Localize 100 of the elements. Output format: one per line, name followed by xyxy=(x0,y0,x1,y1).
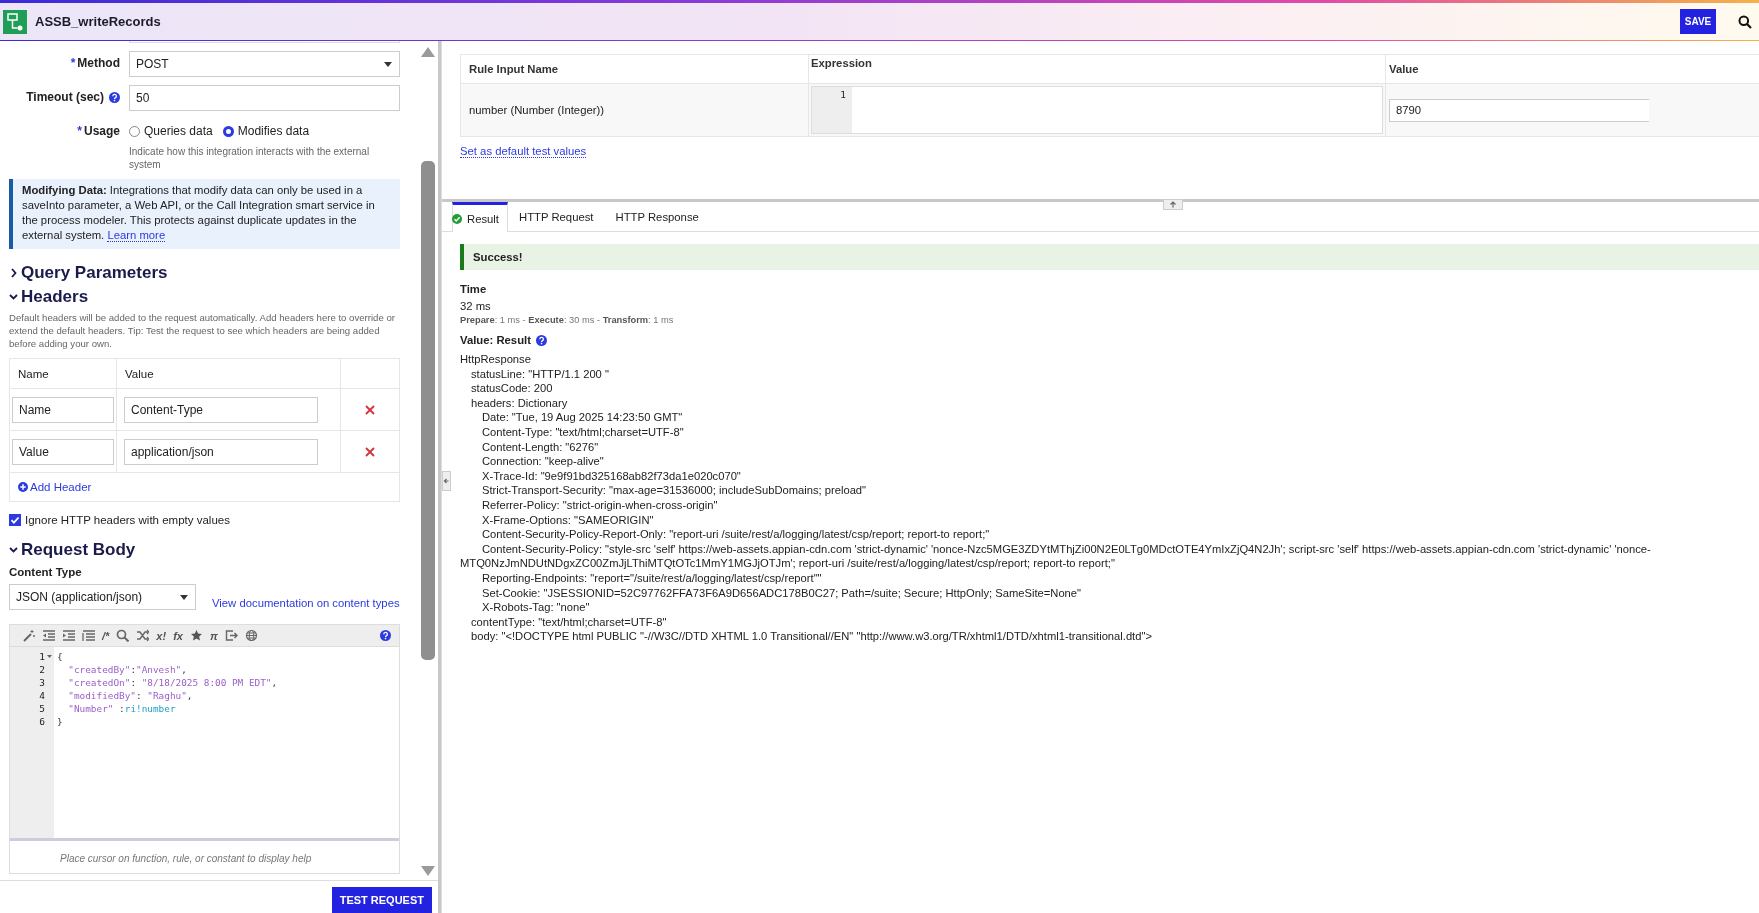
result-line: Reporting-Endpoints: "report="/suite/rest/a/logging/latest/csp/report"" xyxy=(481,570,823,586)
column-header: Name xyxy=(10,359,117,388)
result-line: statusCode: 200 xyxy=(470,381,554,396)
expression-editor[interactable]: 1 xyxy=(811,86,1383,134)
help-icon[interactable] xyxy=(380,630,391,641)
section-title[interactable]: Headers xyxy=(21,287,89,307)
result-line: headers: Dictionary xyxy=(470,395,569,411)
test-input-field[interactable]: 8790 xyxy=(1389,98,1649,122)
help-text: Place cursor on function, rule, or constant to display help xyxy=(60,853,312,864)
result-line: Content-Type: "text/html;charset=UTF-8" xyxy=(481,424,685,440)
save-button[interactable]: SAVE xyxy=(1680,9,1716,34)
result-tab[interactable]: HTTP Response xyxy=(604,202,710,231)
documentation-link[interactable]: View documentation on content types xyxy=(212,597,400,609)
content-type-label: Content Type xyxy=(9,566,83,578)
column-header: Rule Input Name xyxy=(461,55,809,83)
result-tab[interactable]: Result xyxy=(452,202,508,232)
scroll-up-icon[interactable] xyxy=(421,47,435,57)
globe-icon[interactable] xyxy=(244,629,258,642)
result-line: Set-Cookie: "JSESSIONID=52C97762FFA73F6A9D656ADC178B0C27; Path=/suite; Secure; HttpOnly; SameSite=None" xyxy=(481,585,1083,601)
add-header-link[interactable]: Add Header xyxy=(18,481,92,493)
line-number: 2 xyxy=(39,664,45,675)
learn-more-link[interactable]: Learn more xyxy=(107,229,166,242)
plus-circle-icon xyxy=(18,482,28,492)
result-line: body: "<!DOCTYPE html PUBLIC "-//W3C//DTD XHTML 1.0 Transitional//EN" "http://www.w3.org/TR/xhtml1/DTD/xhtml1-transitional.dtd"> xyxy=(470,629,1153,644)
success-check-icon xyxy=(452,213,462,224)
info-message: Modifying Data: Integrations that modify data can only be used in a saveInto parameter, a Web API, or the Call Integration smart service in the process modeler. This protects against duplicate updates in the external system. Learn more xyxy=(9,179,400,249)
code-line: { xyxy=(57,650,64,663)
result-tab[interactable]: HTTP Request xyxy=(508,202,605,231)
test-request-button[interactable]: TEST REQUEST xyxy=(331,887,432,913)
line-number: 4 xyxy=(39,690,45,701)
outdent-icon[interactable] xyxy=(42,629,55,642)
code-line: "createdOn": "8/18/2025 8:00 PM EDT", xyxy=(67,676,278,689)
content-type-dropdown[interactable]: JSON (application/json) xyxy=(9,584,196,610)
toolbar-button[interactable]: π xyxy=(209,629,218,642)
section-title[interactable]: Request Body xyxy=(21,540,136,560)
help-icon[interactable] xyxy=(535,334,547,346)
search-icon[interactable] xyxy=(1738,14,1752,29)
scroll-down-icon[interactable] xyxy=(421,866,435,876)
field-label: Method xyxy=(77,55,120,72)
delete-icon[interactable] xyxy=(365,404,375,415)
radio-option[interactable]: Queries data xyxy=(129,124,213,138)
caret-down-icon xyxy=(384,61,392,67)
result-line: contentType: "text/html;charset=UTF-8" xyxy=(470,614,668,630)
chevron-down-icon[interactable] xyxy=(9,544,18,556)
toolbar-button[interactable]: /* xyxy=(102,629,110,642)
result-line: Referrer-Policy: "strict-origin-when-cross-origin" xyxy=(481,497,719,513)
toolbar-button[interactable]: x! xyxy=(156,629,167,642)
header-value-field[interactable]: Content-Type xyxy=(124,396,318,423)
delete-icon[interactable] xyxy=(365,446,375,457)
value-label: Value: Result xyxy=(460,334,531,346)
checkbox[interactable] xyxy=(9,514,21,526)
result-line: Strict-Transport-Security: "max-age=31536000; includeSubDomains; preload" xyxy=(481,483,868,498)
required-mark: * xyxy=(70,55,76,72)
result-line: X-Frame-Options: "SAMEORIGIN" xyxy=(481,512,655,528)
column-header: Value xyxy=(1388,62,1420,77)
time-label: Time xyxy=(460,283,488,295)
header-name-field[interactable]: Value xyxy=(12,438,114,465)
header-name-field[interactable]: Name xyxy=(12,396,114,423)
resize-handle-icon[interactable] xyxy=(1163,199,1183,210)
section-title[interactable]: Query Parameters xyxy=(21,263,168,283)
column-header: Value xyxy=(117,359,341,388)
result-line: X-Robots-Tag: "none" xyxy=(481,600,591,615)
method-dropdown[interactable]: POST xyxy=(129,51,400,77)
collapse-handle-icon[interactable] xyxy=(442,471,451,491)
export-icon[interactable] xyxy=(224,629,238,642)
line-number: 3 xyxy=(39,677,45,688)
help-icon[interactable] xyxy=(109,92,120,103)
code-line: "createdBy":"Anvesh", xyxy=(67,663,188,676)
chevron-down-icon[interactable] xyxy=(9,291,18,303)
required-mark: * xyxy=(77,123,82,140)
caret-down-icon xyxy=(180,594,188,600)
result-line: Content-Security-Policy-Report-Only: "report-uri /suite/rest/a/logging/latest/csp/report; report-to report;" xyxy=(481,527,991,542)
magic-wand-icon[interactable] xyxy=(22,629,35,642)
result-line: Connection: "keep-alive" xyxy=(481,454,605,469)
header-value-field[interactable]: application/json xyxy=(124,438,318,465)
scrollbar-thumb[interactable] xyxy=(421,161,435,660)
timeout-field[interactable]: 50 xyxy=(129,85,400,111)
result-line: Date: "Tue, 19 Aug 2025 14:23:50 GMT" xyxy=(481,410,684,425)
app-title: ASSB_writeRecords xyxy=(35,14,161,29)
toolbar-button[interactable]: fx xyxy=(173,629,183,642)
time-value: 32 ms xyxy=(460,300,492,312)
field-label: Timeout (sec) xyxy=(26,89,104,106)
indent-icon[interactable] xyxy=(62,629,75,642)
time-breakdown: Prepare: 1 ms - Execute: 30 ms - Transform: 1 ms xyxy=(460,315,675,325)
checkmark-icon xyxy=(10,515,20,525)
chevron-right-icon[interactable] xyxy=(9,267,18,279)
field-label: Usage xyxy=(83,123,120,140)
line-number: 5 xyxy=(39,703,45,714)
code-line: "modifiedBy": "Raghu", xyxy=(67,689,194,702)
radio-option[interactable]: Modifies data xyxy=(222,124,310,138)
list-icon[interactable] xyxy=(82,629,95,642)
usage-hint: Indicate how this integration interacts with the external system xyxy=(129,145,371,171)
headers-description: Default headers will be added to the request automatically. Add headers here to override or extend the default headers. Tip: Test the request to see which headers are being added before adding your own. xyxy=(9,311,396,350)
star-icon[interactable] xyxy=(189,629,203,642)
shuffle-icon[interactable] xyxy=(136,629,150,642)
code-line: } xyxy=(57,715,64,728)
line-number: 6 xyxy=(39,716,45,727)
app-logo-icon xyxy=(3,9,27,34)
set-default-link[interactable]: Set as default test values xyxy=(460,145,587,158)
fold-caret-icon[interactable] xyxy=(47,655,52,658)
